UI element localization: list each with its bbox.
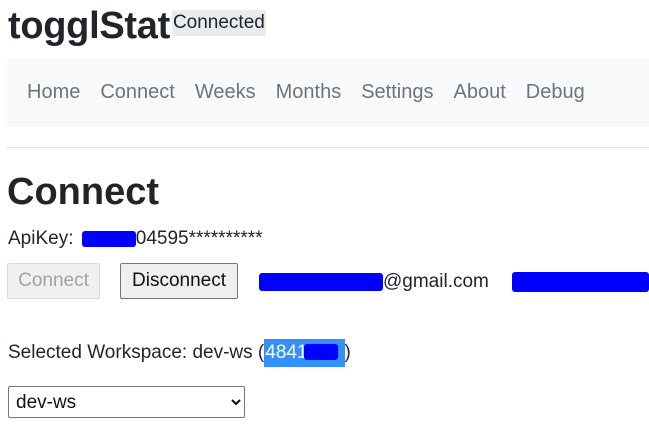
apikey-label: ApiKey: xyxy=(8,228,74,249)
nav-link-debug[interactable]: Debug xyxy=(526,81,585,104)
account-name-redaction xyxy=(512,272,649,292)
workspace-label: Selected Workspace: dev-ws ( xyxy=(8,342,265,363)
nav-link-home[interactable]: Home xyxy=(27,81,80,104)
disconnect-button[interactable]: Disconnect xyxy=(120,263,238,299)
nav-link-about[interactable]: About xyxy=(453,81,505,104)
app-brand: togglStat xyxy=(8,5,170,47)
connection-controls: Connect Disconnect @gmail.com xyxy=(7,263,649,301)
workspace-close-paren: ) xyxy=(344,342,351,363)
nav-link-settings[interactable]: Settings xyxy=(361,81,433,104)
main-navbar: Home Connect Weeks Months Settings About… xyxy=(7,58,649,127)
page-title: Connect xyxy=(7,171,159,213)
apikey-row: ApiKey: 04595********** xyxy=(8,227,263,251)
nav-link-months[interactable]: Months xyxy=(276,81,342,104)
nav-link-weeks[interactable]: Weeks xyxy=(195,81,256,104)
connect-button[interactable]: Connect xyxy=(7,263,100,299)
account-email: @gmail.com xyxy=(259,270,489,294)
apikey-redaction xyxy=(81,230,136,247)
nav-link-connect[interactable]: Connect xyxy=(100,81,175,104)
workspace-id-value: 4841 xyxy=(265,342,308,363)
email-domain: @gmail.com xyxy=(383,271,489,292)
apikey-value: 04595********** xyxy=(135,228,263,249)
section-divider xyxy=(7,147,649,148)
brand-row: togglStat Connected xyxy=(8,0,266,54)
connection-status-badge: Connected xyxy=(171,10,266,36)
selected-workspace-row: Selected Workspace: dev-ws (4841) xyxy=(8,339,351,367)
workspace-id-redaction xyxy=(304,344,339,360)
workspace-select[interactable]: dev-ws xyxy=(8,386,245,418)
workspace-id: 4841 xyxy=(264,339,345,367)
email-redaction xyxy=(259,272,383,291)
